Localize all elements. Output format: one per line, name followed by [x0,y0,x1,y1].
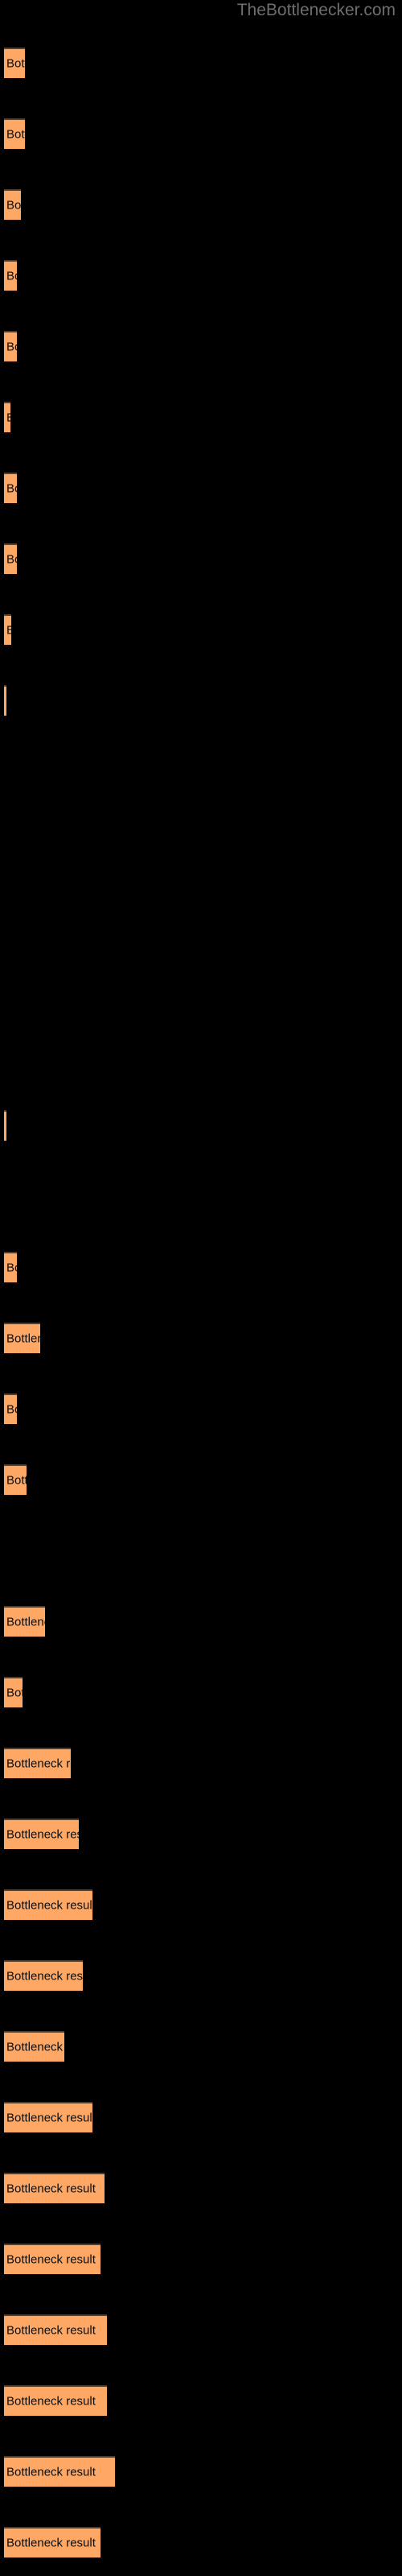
bar-label: Bottleneck result [6,2394,96,2409]
bar[interactable]: Bottleneck result [4,118,25,149]
bar[interactable]: Bottleneck result [4,543,17,574]
bar[interactable]: Bottleneck result [4,1323,40,1353]
bar-row: Bottleneck result [0,473,402,503]
bar-row: Bottleneck result [0,2102,402,2132]
bar[interactable]: Bottleneck result [4,2102,92,2132]
bar[interactable]: Bottleneck result [4,260,17,291]
chart-plot-area: Bottleneck result Bottleneck result Bottle… [0,0,402,2576]
bar-row: Bottleneck result [0,1252,402,1282]
bar-row: Bottleneck result [0,1748,402,1778]
bar[interactable]: Bottleneck result [4,189,21,220]
bar[interactable]: Bottleneck result [4,1889,92,1920]
bar[interactable]: Bottleneck result [4,1960,83,1991]
bar-label: Bottleneck result [6,340,17,354]
bar[interactable]: Bottleneck result [4,1677,23,1707]
bar[interactable]: Bottleneck result [4,331,17,361]
bar-row: Bottleneck result [0,543,402,574]
bar-row: Bottleneck result [0,2031,402,2062]
bar-row: Bottleneck result [0,331,402,361]
bar[interactable]: Bottleneck result [4,1464,27,1495]
bar[interactable]: Bottleneck result [4,1110,6,1141]
bar[interactable]: Bottleneck result [4,2385,107,2416]
bar-label: Bottleneck result [6,552,17,567]
bar-row: Bottleneck result [0,1677,402,1707]
bar[interactable]: Bottleneck result [4,1818,79,1849]
bar-label: Bottleneck result [6,269,17,283]
bar[interactable]: Bottleneck result [4,402,10,432]
bar-label: Bottleneck result [6,412,10,424]
bar-row: Bottleneck result [0,2173,402,2203]
bar-row: Bottleneck result [0,1323,402,1353]
bar[interactable]: Bottleneck result [4,2244,100,2274]
bar-label: Bottleneck result [6,1261,17,1275]
bar-row: Bottleneck result [0,1889,402,1920]
bar-row: Bottleneck result [0,2244,402,2274]
bar-label: Bottleneck result [6,2182,96,2196]
bar-label: Bottleneck result [6,198,21,213]
bar-row: Bottleneck result [0,260,402,291]
bar-row: Bottleneck result [0,898,402,928]
bar-label: Bottleneck result [6,1402,17,1417]
bar-row: Bottleneck result [0,47,402,78]
bar-label: Bottleneck result [6,2323,96,2338]
bar[interactable]: Bottleneck result [4,2314,107,2345]
bar[interactable]: Bottleneck result [4,1606,45,1637]
bar[interactable]: Bottleneck result [4,685,6,716]
bar[interactable]: Bottleneck result [4,2031,64,2062]
bar-label: Bottleneck result [6,2252,96,2267]
bar[interactable]: Bottleneck result [4,473,17,503]
bar-row: Bottleneck result [0,402,402,432]
bar-row: Bottleneck result [0,118,402,149]
bar-row: Bottleneck result [0,189,402,220]
bar[interactable]: Bottleneck result [4,614,11,645]
bar[interactable]: Bottleneck result [4,2173,105,2203]
bar-row: Bottleneck result [0,756,402,786]
bar-row: Bottleneck result [0,1606,402,1637]
bar-label: Bottleneck result [6,1331,40,1346]
bar-row: Bottleneck result [0,1960,402,1991]
bar[interactable]: Bottleneck result [4,2456,115,2487]
bar-label: Bottleneck result [6,2111,92,2125]
bar-row: Bottleneck result [0,2314,402,2345]
bar-label: Bottleneck result [6,1827,79,1842]
bar[interactable]: Bottleneck result [4,2527,100,2557]
bar[interactable]: Bottleneck result [4,1252,17,1282]
bar-label: Bottleneck result [6,56,25,71]
bar-label: Bottleneck result [6,127,25,142]
bar-label: Bottleneck result [6,2040,64,2054]
bar-row: Bottleneck result [0,1039,402,1070]
bar-row: Bottleneck result [0,1818,402,1849]
bar-row: Bottleneck result [0,1393,402,1424]
bar-row: Bottleneck result [0,2385,402,2416]
bar-row: Bottleneck result [0,685,402,716]
bar-label: Bottleneck result [6,2536,96,2550]
bar[interactable]: Bottleneck result [4,47,25,78]
bar-row: Bottleneck result [0,827,402,857]
bottleneck-bar-chart: TheBottlenecker.com Bottleneck resultBot… [0,0,402,2576]
bar-row: Bottleneck result [0,2456,402,2487]
bar-row: Bottleneck result [0,968,402,999]
bar-row: Bottleneck result [0,614,402,645]
bar-row: Bottleneck result [0,2527,402,2557]
bar-label: Bottleneck result [6,625,11,637]
bar-label: Bottleneck result [6,1757,71,1771]
bar-label: Bottleneck result [6,481,17,496]
bar-label: Bottleneck result [6,1898,92,1913]
bar-label: Bottleneck result [6,1615,45,1629]
bar-label: Bottleneck result [6,1969,83,1984]
bar-label: Bottleneck result [6,2465,96,2479]
bar-row: Bottleneck result [0,1535,402,1566]
bar-row: Bottleneck result [0,1181,402,1212]
bar-row: Bottleneck result [0,1464,402,1495]
bar[interactable]: Bottleneck result [4,1393,17,1424]
bar-row: Bottleneck result [0,1110,402,1141]
bar-label: Bottleneck result [6,1686,23,1700]
bar[interactable]: Bottleneck result [4,1748,71,1778]
bar-label: Bottleneck result [6,1473,27,1488]
